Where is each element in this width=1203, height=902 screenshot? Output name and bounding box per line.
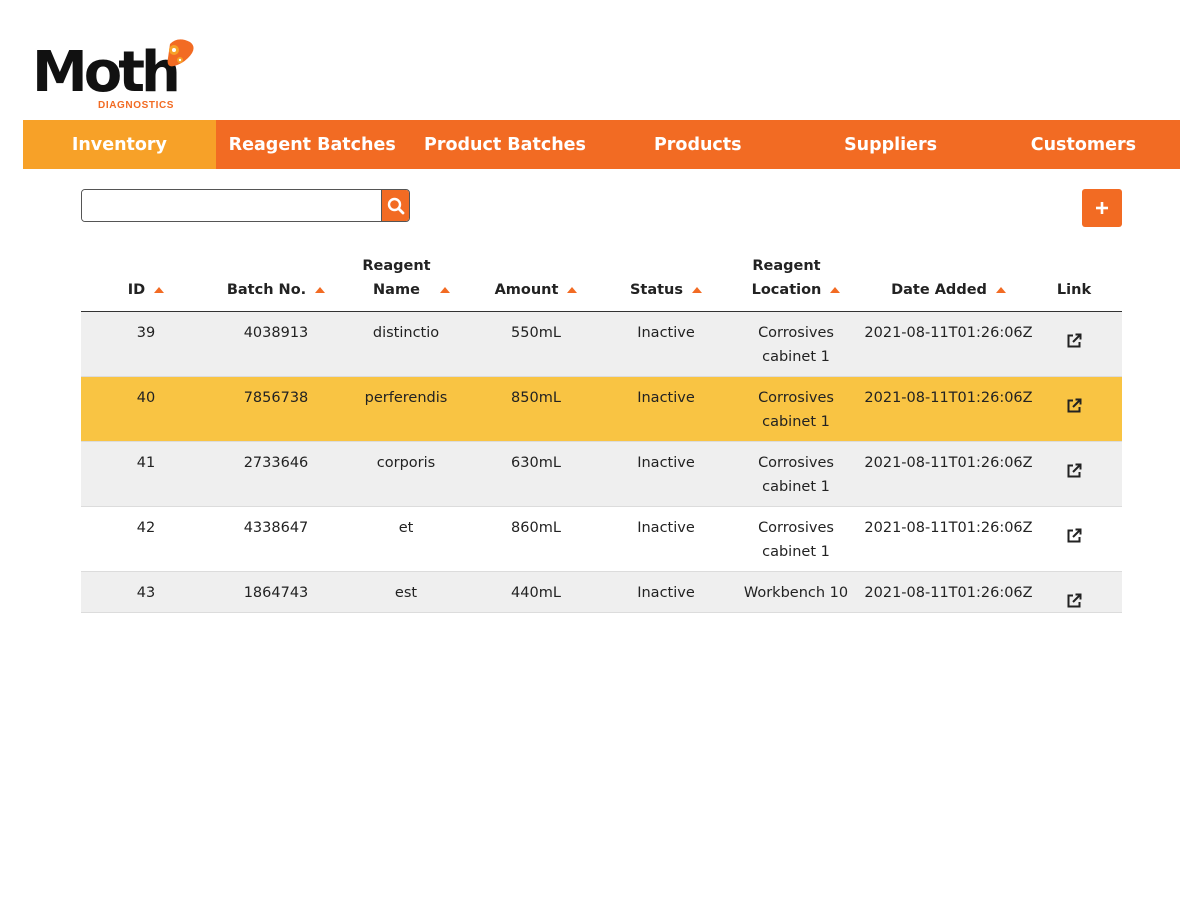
cell-reagent-name: corporis xyxy=(376,455,436,471)
cell-reagent-location: Corrosives cabinet 1 xyxy=(758,325,834,365)
cell-status: Inactive xyxy=(637,455,695,471)
cell-reagent-name: distinctio xyxy=(372,325,440,341)
cell-reagent-location: Corrosives cabinet 1 xyxy=(758,455,834,495)
cell-amount: 850mL xyxy=(511,390,561,406)
column-header-link: Link xyxy=(1036,252,1112,311)
cell-status: Inactive xyxy=(637,585,695,601)
cell-batch-no: 2733646 xyxy=(243,455,309,471)
cell-status: Inactive xyxy=(637,520,695,536)
cell-reagent-location: Corrosives cabinet 1 xyxy=(758,520,834,560)
column-header-label: Batch No. xyxy=(226,282,307,298)
cell-batch-no: 1864743 xyxy=(243,585,309,601)
search-bar xyxy=(81,189,410,222)
cell-date-added: 2021-08-11T01:26:06Z xyxy=(864,325,1033,341)
nav-tab-customers[interactable]: Customers xyxy=(987,120,1180,169)
nav-tab-inventory[interactable]: Inventory xyxy=(23,120,216,169)
cell-amount: 860mL xyxy=(511,520,561,536)
cell-date-added: 2021-08-11T01:26:06Z xyxy=(864,520,1033,536)
nav-tab-suppliers[interactable]: Suppliers xyxy=(794,120,987,169)
moth-logo-icon xyxy=(167,39,194,67)
cell-reagent-name: est xyxy=(394,585,418,601)
cell-reagent-name: et xyxy=(398,520,414,536)
sort-ascending-icon[interactable] xyxy=(154,287,165,293)
brand-name: Moth xyxy=(32,40,181,105)
column-header-label: Status xyxy=(629,282,684,298)
cell-amount: 550mL xyxy=(511,325,561,341)
search-input[interactable] xyxy=(82,190,381,221)
table-row[interactable]: 41 2733646 corporis 630mL Inactive Corrosives… xyxy=(81,442,1122,507)
cell-batch-no: 4038913 xyxy=(243,325,309,341)
column-header-status[interactable]: Status xyxy=(601,252,731,311)
cell-status: Inactive xyxy=(637,390,695,406)
column-header-label: Amount xyxy=(494,282,559,298)
cell-link xyxy=(1036,312,1112,376)
cell-batch-no: 4338647 xyxy=(243,520,309,536)
sort-ascending-icon[interactable] xyxy=(439,287,450,293)
cell-link xyxy=(1036,572,1112,612)
table-row[interactable]: 39 4038913 distinctio 550mL Inactive Corrosiv… xyxy=(81,312,1122,377)
cell-amount: 440mL xyxy=(511,585,561,601)
search-button[interactable] xyxy=(381,190,409,221)
column-header-label: Reagent Location xyxy=(751,258,822,298)
column-header-label: Reagent Name xyxy=(362,258,431,298)
cell-id: 43 xyxy=(136,585,156,601)
table-row[interactable]: 40 7856738 perferendis 850mL Inactive Corrosi… xyxy=(81,377,1122,442)
sort-ascending-icon[interactable] xyxy=(995,287,1006,293)
external-link-icon[interactable] xyxy=(1066,386,1082,441)
column-header-batch-no[interactable]: Batch No. xyxy=(211,252,341,311)
inventory-table: ID Batch No. Reagent Name Amount Status Reage… xyxy=(81,252,1122,613)
column-header-label: ID xyxy=(127,282,146,298)
external-link-icon[interactable] xyxy=(1066,516,1082,571)
brand-logo: Moth DIAGNOSTICS xyxy=(32,38,202,114)
column-header-id[interactable]: ID xyxy=(81,252,211,311)
column-header-date-added[interactable]: Date Added xyxy=(861,252,1036,311)
nav-tab-product-batches[interactable]: Product Batches xyxy=(409,120,602,169)
cell-link xyxy=(1036,377,1112,441)
sort-ascending-icon[interactable] xyxy=(315,287,326,293)
cell-date-added: 2021-08-11T01:26:06Z xyxy=(864,585,1033,601)
cell-id: 42 xyxy=(136,520,156,536)
column-header-reagent-location[interactable]: Reagent Location xyxy=(731,252,861,311)
search-icon xyxy=(387,197,404,214)
cell-reagent-location: Corrosives cabinet 1 xyxy=(758,390,834,430)
cell-batch-no: 7856738 xyxy=(243,390,309,406)
cell-id: 40 xyxy=(136,390,156,406)
cell-status: Inactive xyxy=(637,325,695,341)
add-button[interactable] xyxy=(1082,189,1122,227)
sort-ascending-icon[interactable] xyxy=(567,287,578,293)
cell-id: 41 xyxy=(136,455,156,471)
column-header-amount[interactable]: Amount xyxy=(471,252,601,311)
cell-amount: 630mL xyxy=(511,455,561,471)
table-body: 39 4038913 distinctio 550mL Inactive Corrosiv… xyxy=(81,312,1122,613)
brand-tagline: DIAGNOSTICS xyxy=(98,100,175,111)
column-header-reagent-name[interactable]: Reagent Name xyxy=(341,252,471,311)
main-nav: Inventory Reagent Batches Product Batches P… xyxy=(23,120,1180,169)
table-header: ID Batch No. Reagent Name Amount Status Reage… xyxy=(81,252,1122,312)
nav-tab-reagent-batches[interactable]: Reagent Batches xyxy=(216,120,409,169)
column-header-label: Date Added xyxy=(891,282,987,298)
cell-date-added: 2021-08-11T01:26:06Z xyxy=(864,390,1033,406)
cell-link xyxy=(1036,507,1112,571)
external-link-icon[interactable] xyxy=(1066,581,1082,612)
column-header-label: Link xyxy=(1056,282,1092,298)
external-link-icon[interactable] xyxy=(1066,451,1082,506)
cell-link xyxy=(1036,442,1112,506)
cell-date-added: 2021-08-11T01:26:06Z xyxy=(864,455,1033,471)
sort-ascending-icon[interactable] xyxy=(692,287,703,293)
nav-tab-products[interactable]: Products xyxy=(601,120,794,169)
table-row[interactable]: 42 4338647 et 860mL Inactive Corrosives cabin… xyxy=(81,507,1122,572)
plus-icon xyxy=(1096,202,1108,214)
cell-id: 39 xyxy=(136,325,156,341)
sort-ascending-icon[interactable] xyxy=(830,287,841,293)
table-row[interactable]: 43 1864743 est 440mL Inactive Workbench 10 202… xyxy=(81,572,1122,613)
cell-reagent-location: Workbench 10 xyxy=(743,585,849,601)
external-link-icon[interactable] xyxy=(1066,321,1082,376)
cell-reagent-name: perferendis xyxy=(364,390,448,406)
